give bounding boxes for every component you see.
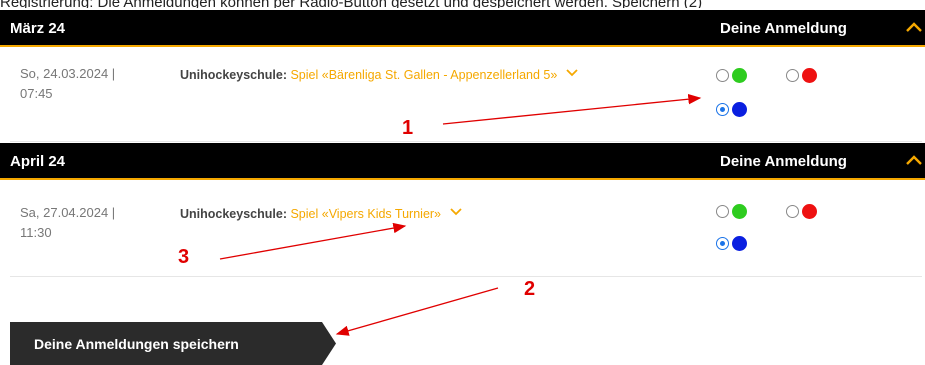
event-title-link[interactable]: Spiel «Bärenliga St. Gallen - Appenzelle… [290,68,557,82]
radio-button-selected[interactable] [716,237,729,250]
annotation-label-2: 2 [524,278,536,300]
month-header-maerz: März 24 Deine Anmeldung [0,10,925,47]
status-dot-blue [732,236,747,251]
status-dot-green [732,204,747,219]
chevron-up-icon[interactable] [904,19,924,35]
status-dot-red [802,204,817,219]
radio-button[interactable] [786,69,799,82]
event-category: Unihockeyschule: [180,207,287,221]
event-time: 11:30 [20,225,52,240]
radio-option-blue[interactable] [716,236,747,251]
clipped-instruction-text: Registrierung: Die Anmeldungen können pe… [0,0,925,8]
month-title: April 24 [10,153,66,170]
radio-button[interactable] [716,69,729,82]
month-title: März 24 [10,20,66,37]
registration-column-title: Deine Anmeldung [720,20,847,37]
annotation-arrow-2 [335,287,499,336]
month-header-april: April 24 Deine Anmeldung [0,143,925,180]
radio-option-green[interactable] [716,68,747,83]
radio-option-red[interactable] [786,204,817,219]
radio-option-green[interactable] [716,204,747,219]
radio-button[interactable] [716,205,729,218]
chevron-down-icon[interactable] [449,207,463,217]
status-dot-green [732,68,747,83]
event-description[interactable]: Unihockeyschule: Spiel «Bärenliga St. Ga… [180,68,579,82]
status-dot-red [802,68,817,83]
status-dot-blue [732,102,747,117]
event-date: So, 24.03.2024 | 07:45 [20,64,160,104]
event-date-line: So, 24.03.2024 | [20,66,116,81]
chevron-down-icon[interactable] [565,68,579,78]
chevron-up-icon[interactable] [904,152,924,168]
event-time: 07:45 [20,86,53,101]
event-category: Unihockeyschule: [180,68,287,82]
event-date: Sa, 27.04.2024 | 11:30 [20,203,160,243]
radio-option-blue[interactable] [716,102,747,117]
radio-button-selected[interactable] [716,103,729,116]
event-description[interactable]: Unihockeyschule: Spiel «Vipers Kids Turn… [180,207,463,221]
save-registrations-button[interactable]: Deine Anmeldungen speichern [10,322,336,365]
radio-button[interactable] [786,205,799,218]
event-row: Sa, 27.04.2024 | 11:30 Unihockeyschule: … [10,182,922,277]
event-title-link[interactable]: Spiel «Vipers Kids Turnier» [290,207,441,221]
radio-option-red[interactable] [786,68,817,83]
event-row: So, 24.03.2024 | 07:45 Unihockeyschule: … [10,47,922,142]
event-date-line: Sa, 27.04.2024 | [20,205,116,220]
registration-column-title: Deine Anmeldung [720,153,847,170]
